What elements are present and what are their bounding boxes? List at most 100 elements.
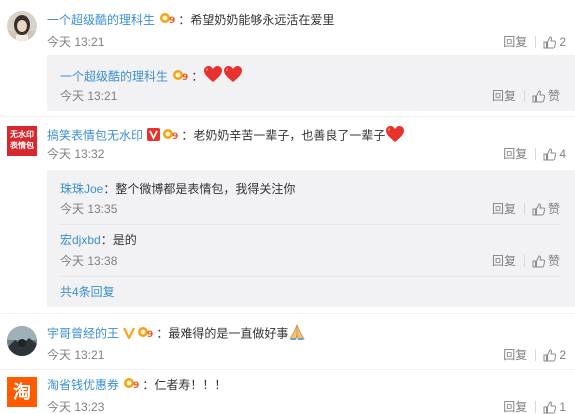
comment-actions: 回复 2 [503, 347, 566, 363]
like-count[interactable]: 2 [559, 34, 566, 50]
like-count[interactable]: 1 [559, 399, 566, 414]
comment-text: 仁者寿！！！ [154, 378, 227, 392]
comment-username[interactable]: 淘省钱优惠券 [47, 378, 119, 392]
heart-emoji-icon [385, 125, 405, 148]
reply-box: 珠珠Joe：整个微博都是表情包，我得关注你 今天 13:35 回复 赞 宏djx… [47, 170, 575, 307]
reply-button[interactable]: 回复 [503, 347, 527, 363]
colon-separator: ： [178, 13, 191, 27]
svg-text:9: 9 [172, 132, 178, 141]
comment-actions: 回复 4 [503, 146, 566, 162]
reply-button[interactable]: 回复 [492, 201, 516, 217]
avatar-text: 无水印 [10, 130, 34, 139]
colon-separator: ： [103, 182, 116, 196]
reply-line: 珠珠Joe：整个微博都是表情包，我得关注你 [60, 180, 295, 198]
reply-timestamp: 今天 13:35 [60, 202, 118, 216]
svg-text:9: 9 [182, 73, 188, 82]
colon-separator: ： [181, 128, 194, 143]
action-divider [523, 90, 525, 102]
comment-actions: 回复 2 [503, 34, 566, 50]
reply-username[interactable]: 珠珠Joe [60, 182, 103, 196]
view-more-replies-link[interactable]: 共4条回复 [60, 284, 115, 300]
colon-separator: ： [156, 326, 169, 341]
reply-actions: 回复 赞 [492, 88, 560, 104]
comment-username[interactable]: 搞笑表情包无水印 [47, 129, 143, 143]
like-label[interactable]: 赞 [548, 88, 560, 104]
like-count[interactable]: 4 [559, 146, 566, 162]
reply-username[interactable]: 一个超级酷的理科生 [60, 70, 168, 84]
avatar[interactable] [7, 11, 37, 41]
comment-timestamp: 今天 13:21 [47, 35, 105, 49]
reply-timestamp: 今天 13:21 [60, 89, 118, 103]
thumbs-up-icon[interactable] [532, 202, 546, 216]
reply-button[interactable]: 回复 [503, 399, 527, 414]
comment-timestamp: 今天 13:32 [47, 147, 105, 161]
reply-button[interactable]: 回复 [503, 34, 527, 50]
action-divider [523, 203, 525, 215]
comment-actions: 回复 1 [503, 399, 566, 414]
comment-timestamp: 今天 13:21 [47, 348, 105, 362]
action-divider [523, 255, 525, 267]
comment-item: 一个超级酷的理科生 9 ：希望奶奶能够永远活在爱里 今天 13:21 回复 2 … [0, 0, 575, 118]
vip-badge-icon[interactable]: 9 [123, 376, 141, 395]
reply-button[interactable]: 回复 [503, 146, 527, 162]
avatar-photo-icon [7, 326, 37, 356]
reply-box: 一个超级酷的理科生 9 ： 今天 13:21 回复 赞 [47, 55, 575, 111]
thumbs-up-icon[interactable] [543, 147, 557, 161]
verified-v-badge-icon[interactable] [147, 127, 161, 146]
thumbs-up-icon[interactable] [543, 348, 557, 362]
avatar-text: 淘 [13, 382, 31, 402]
reply-divider [60, 224, 560, 225]
comment-text: 老奶奶辛苦一辈子，也善良了一辈子 [193, 128, 386, 143]
thumbs-up-icon[interactable] [532, 254, 546, 268]
praying-hands-emoji-icon [288, 323, 306, 346]
action-divider [535, 349, 537, 361]
avatar[interactable] [7, 326, 37, 356]
vip-badge-icon[interactable]: 9 [172, 67, 190, 89]
vip-badge-icon[interactable]: 9 [162, 127, 180, 146]
heart-emoji-icon [203, 65, 223, 90]
comment-text: 最难得的是一直做好事 [168, 326, 289, 341]
reply-divider [60, 276, 560, 277]
reply-line: 宏djxbd：是的 [60, 231, 137, 249]
comment-item: 宇哥曾经的王 9 ：最难得的是一直做好事 今天 13:21 回复 2 [0, 314, 575, 369]
comment-username[interactable]: 一个超级酷的理科生 [47, 13, 155, 27]
reply-actions: 回复 赞 [492, 253, 560, 269]
reply-line: 一个超级酷的理科生 9 ： [60, 65, 243, 87]
avatar-text: 表情包 [10, 141, 34, 150]
comment-text: 希望奶奶能够永远活在爱里 [190, 13, 335, 27]
reply-text: 整个微博都是表情包，我得关注你 [115, 182, 296, 196]
vip-badge-icon[interactable]: 9 [159, 11, 177, 30]
svg-text:9: 9 [147, 330, 153, 339]
avatar[interactable]: 淘 [7, 377, 37, 407]
like-count[interactable]: 2 [559, 347, 566, 363]
comment-item: 淘 淘省钱优惠券 9 ：仁者寿！！！ 今天 13:23 回复 1 [0, 370, 575, 414]
svg-text:9: 9 [169, 16, 175, 25]
comment-line: 淘省钱优惠券 9 ：仁者寿！！！ [47, 376, 226, 394]
thumbs-up-icon[interactable] [543, 35, 557, 49]
vip-badge-icon[interactable]: 9 [137, 325, 155, 344]
comment-username[interactable]: 宇哥曾经的王 [47, 327, 119, 341]
thumbs-up-icon[interactable] [543, 400, 557, 414]
svg-text:9: 9 [133, 381, 139, 390]
reply-button[interactable]: 回复 [492, 253, 516, 269]
colon-separator: ： [100, 233, 113, 247]
comment-line: 一个超级酷的理科生 9 ：希望奶奶能够永远活在爱里 [47, 11, 334, 29]
reply-button[interactable]: 回复 [492, 88, 516, 104]
colon-separator: ： [191, 69, 204, 84]
avatar[interactable]: 无水印 表情包 [7, 126, 37, 156]
reply-username[interactable]: 宏djxbd [60, 233, 101, 247]
thumbs-up-icon[interactable] [532, 89, 546, 103]
reply-actions: 回复 赞 [492, 201, 560, 217]
action-divider [535, 36, 537, 48]
heart-emoji-icon [223, 65, 243, 90]
comment-item: 无水印 表情包 搞笑表情包无水印 9 ：老奶奶辛苦一辈子，也善良了一辈子 今天 … [0, 117, 575, 314]
comment-line: 搞笑表情包无水印 9 ：老奶奶辛苦一辈子，也善良了一辈子 [47, 125, 405, 143]
like-label[interactable]: 赞 [548, 201, 560, 217]
reply-text: 是的 [112, 233, 137, 247]
comment-line: 宇哥曾经的王 9 ：最难得的是一直做好事 [47, 323, 306, 341]
verified-v-badge-icon[interactable] [123, 326, 136, 344]
colon-separator: ： [142, 378, 155, 392]
comment-timestamp: 今天 13:23 [47, 400, 105, 414]
like-label[interactable]: 赞 [548, 253, 560, 269]
action-divider [535, 401, 537, 413]
